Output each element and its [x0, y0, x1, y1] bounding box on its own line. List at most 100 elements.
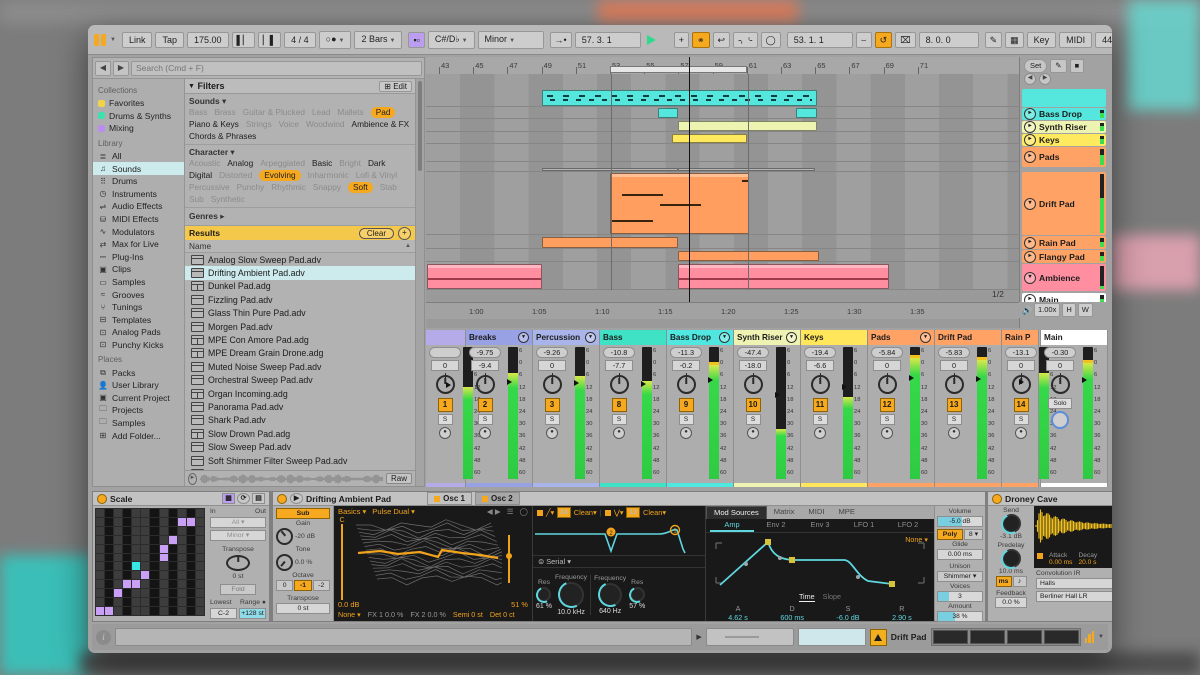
scale-grid-cell[interactable]: [160, 598, 168, 606]
track-activator-button[interactable]: 1: [438, 398, 453, 412]
arm-button[interactable]: ●: [546, 427, 558, 439]
result-item[interactable]: Orchestral Sweep Pad.adv: [185, 374, 415, 387]
peak-level-field[interactable]: -9.26: [536, 347, 568, 358]
scale-grid-cell[interactable]: [96, 554, 104, 562]
arrangement-clip[interactable]: [672, 134, 747, 143]
results-name-column-header[interactable]: Name▲: [185, 240, 415, 253]
filter1-type-icon[interactable]: ╱▾: [546, 508, 554, 517]
warning-icon[interactable]: [870, 629, 887, 646]
send-knob[interactable]: [1002, 514, 1021, 533]
track-fold-icon[interactable]: ▸: [1024, 134, 1036, 146]
wt-view-list-icon[interactable]: ☰: [507, 507, 514, 516]
feedback-field[interactable]: 0.0 %: [995, 597, 1027, 608]
filter-tag-evolving[interactable]: Evolving: [259, 170, 300, 181]
subtab-amp[interactable]: Amp: [710, 519, 754, 532]
scale-grid-cell[interactable]: [196, 571, 204, 579]
scale-grid-cell[interactable]: [96, 527, 104, 535]
tab-matrix[interactable]: Matrix: [767, 506, 802, 519]
filter-tag-snappy[interactable]: Snappy: [313, 182, 341, 193]
scale-grid-cell[interactable]: [196, 527, 204, 535]
playhead[interactable]: [689, 57, 690, 319]
tab-midi[interactable]: MIDI: [801, 506, 831, 519]
scale-mode-icon[interactable]: ▪▫: [408, 32, 424, 48]
scale-grid-cell[interactable]: [169, 607, 177, 615]
track-header-rain-pad[interactable]: ▸Rain Pad: [1022, 236, 1106, 249]
filter-group-sounds[interactable]: Sounds ▾: [189, 96, 411, 106]
global-volume-slider[interactable]: -5.0 dB: [937, 516, 983, 527]
device-on-icon[interactable]: [97, 494, 107, 504]
scale-grid-cell[interactable]: [132, 580, 140, 588]
scale-grid-cell[interactable]: [150, 562, 158, 570]
wt-position-value[interactable]: 51 %: [511, 600, 528, 609]
track-lane[interactable]: [426, 107, 1019, 119]
peak-level-field[interactable]: -11.3: [670, 347, 702, 358]
punch-out-icon[interactable]: ⌧: [895, 32, 915, 48]
solo-button[interactable]: S: [746, 414, 761, 425]
env-release-value[interactable]: 2.90 s: [892, 613, 912, 622]
arm-button[interactable]: ●: [439, 427, 451, 439]
scale-grid-cell[interactable]: [196, 536, 204, 544]
scale-grid-cell[interactable]: [105, 571, 113, 579]
solo-button[interactable]: Solo: [1048, 398, 1072, 409]
octave-0-button[interactable]: 0: [276, 580, 293, 591]
lowest-field[interactable]: C-2: [210, 608, 237, 619]
solo-button[interactable]: S: [438, 414, 453, 425]
sidebar-item-max-for-live[interactable]: ⇄Max for Live: [98, 238, 184, 251]
arm-button[interactable]: ●: [948, 427, 960, 439]
scale-grid-cell[interactable]: [178, 527, 186, 535]
result-item[interactable]: Slow Drown Pad.adg: [185, 427, 415, 440]
filters-collapse-icon[interactable]: ▼: [188, 83, 195, 90]
subtab-lfo1[interactable]: LFO 1: [842, 519, 886, 532]
env-decay-value[interactable]: 600 ms: [780, 613, 804, 622]
scale-grid-cell[interactable]: [160, 607, 168, 615]
scale-grid-cell[interactable]: [196, 607, 204, 615]
tap-tempo-button[interactable]: Tap: [155, 32, 184, 48]
volume-field[interactable]: -0.2: [672, 360, 700, 371]
scale-grid-cell[interactable]: [187, 580, 195, 588]
key-map-button[interactable]: Key: [1027, 32, 1057, 48]
raw-button[interactable]: Raw: [386, 473, 412, 484]
track-fold-icon[interactable]: ▸: [1024, 251, 1036, 263]
scale-grid-cell[interactable]: [105, 562, 113, 570]
env-attack-value[interactable]: 4.62 s: [728, 613, 748, 622]
arrangement-position-field[interactable]: 57. 3. 1: [575, 32, 641, 48]
chain-play-icon[interactable]: ▶: [696, 633, 701, 641]
scale-grid-cell[interactable]: [123, 580, 131, 588]
result-item[interactable]: Soft Shimmer Filter Sweep Pad.adv: [185, 454, 415, 467]
set-button[interactable]: Set: [1024, 59, 1047, 73]
scale-grid-cell[interactable]: [178, 571, 186, 579]
scale-grid-cell[interactable]: [123, 598, 131, 606]
scale-grid-cell[interactable]: [123, 545, 131, 553]
mixer-track-title[interactable]: Bass: [600, 330, 666, 345]
scale-grid-cell[interactable]: [178, 545, 186, 553]
arrangement-clip[interactable]: [678, 264, 888, 289]
arrangement-clip[interactable]: [610, 173, 749, 234]
result-item[interactable]: Shark Pad.adv: [185, 414, 415, 427]
wt-prev-next-icons[interactable]: ◀ ▶: [487, 507, 501, 516]
fader-position-marker[interactable]: [1019, 379, 1024, 385]
sidebar-item-samples[interactable]: ▭Samples: [98, 276, 184, 289]
tab-osc-2[interactable]: Osc 2: [475, 492, 520, 505]
mixer-track-title[interactable]: Synth Riser▾: [734, 330, 800, 345]
filter-tag-chords-phrases[interactable]: Chords & Phrases: [189, 131, 256, 142]
result-item[interactable]: Analog Slow Sweep Pad.adv: [185, 253, 415, 266]
link-button[interactable]: Link: [122, 32, 153, 48]
filter-tag-mallets[interactable]: Mallets: [337, 107, 363, 118]
mixer-track-title[interactable]: Bass Drop▾: [667, 330, 733, 345]
scale-grid[interactable]: [95, 508, 205, 616]
pan-knob[interactable]: [744, 375, 763, 394]
filter-group-genres[interactable]: Genres ▸: [189, 211, 411, 221]
pan-knob[interactable]: [610, 375, 629, 394]
scale-grid-cell[interactable]: [123, 518, 131, 526]
scale-grid-cell[interactable]: [150, 580, 158, 588]
scale-grid-cell[interactable]: [160, 554, 168, 562]
scale-grid-cell[interactable]: [169, 545, 177, 553]
filter-tag-lead[interactable]: Lead: [312, 107, 330, 118]
filter-tag-synthetic[interactable]: Synthetic: [211, 194, 245, 205]
count-in-icon[interactable]: ▏▌: [258, 32, 281, 48]
track-activator-button[interactable]: 3: [545, 398, 560, 412]
follow-button[interactable]: →•: [550, 32, 572, 48]
volume-field[interactable]: -18.0: [739, 360, 767, 371]
scale-grid-cell[interactable]: [187, 607, 195, 615]
peak-level-field[interactable]: -19.4: [804, 347, 836, 358]
